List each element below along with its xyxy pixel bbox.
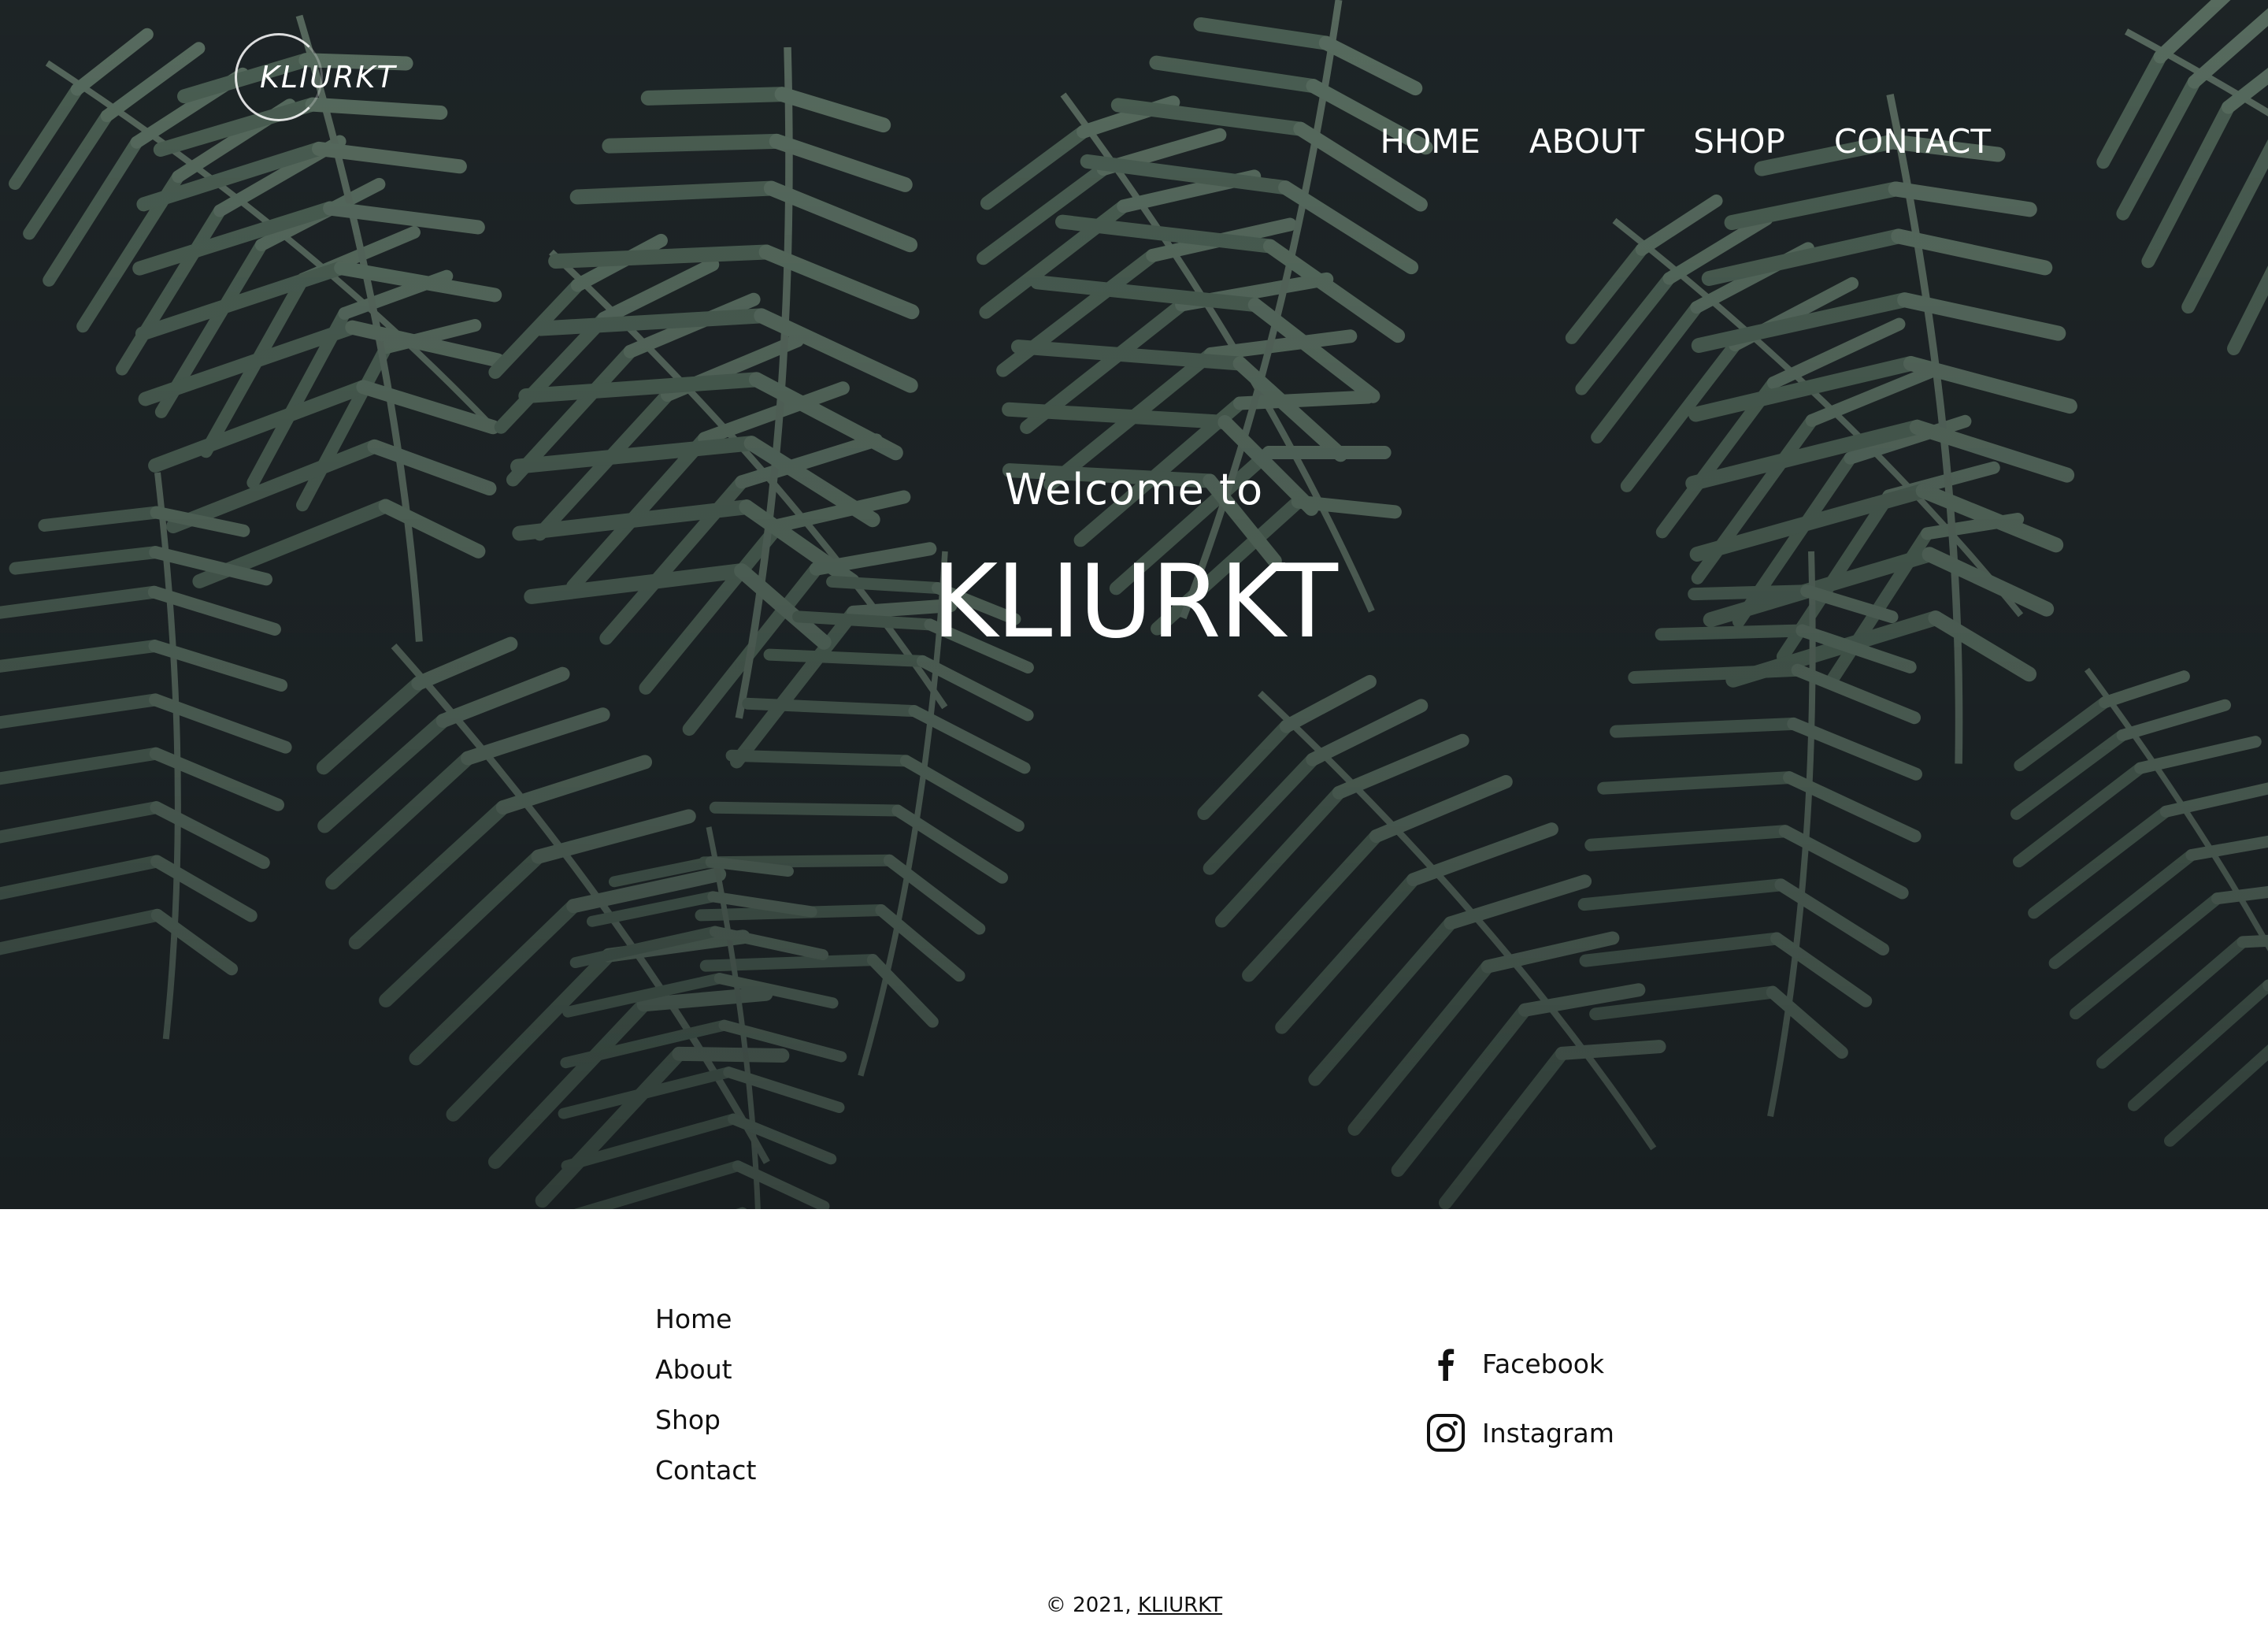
- footer-link-item: Contact: [655, 1445, 756, 1496]
- instagram-link[interactable]: Instagram: [1425, 1398, 1614, 1467]
- footer-links-list: Home About Shop Contact: [655, 1294, 756, 1496]
- nav-about-link[interactable]: ABOUT: [1529, 122, 1644, 161]
- copyright-brand-link[interactable]: KLIURKT: [1138, 1593, 1222, 1617]
- footer-home-link[interactable]: Home: [655, 1304, 732, 1334]
- social-links: Facebook Instagram: [1425, 1329, 1614, 1467]
- facebook-link[interactable]: Facebook: [1425, 1329, 1614, 1398]
- nav-contact-link[interactable]: CONTACT: [1834, 122, 1991, 161]
- hero-brand-title: KLIURKT: [932, 544, 1338, 661]
- site-logo[interactable]: KLIURKT: [232, 32, 395, 126]
- copyright: © 2021, KLIURKT: [0, 1593, 2268, 1617]
- facebook-icon: [1438, 1349, 1455, 1381]
- footer-link-item: Shop: [655, 1395, 756, 1445]
- nav-shop-link[interactable]: SHOP: [1693, 122, 1785, 161]
- facebook-label: Facebook: [1482, 1348, 1605, 1379]
- footer-link-item: Home: [655, 1294, 756, 1345]
- main-nav: HOME ABOUT SHOP CONTACT: [1380, 122, 1992, 161]
- site-footer: Home About Shop Contact Facebook Instagr…: [0, 1209, 2268, 1651]
- footer-contact-link[interactable]: Contact: [655, 1455, 756, 1486]
- copyright-text: © 2021,: [1045, 1593, 1132, 1617]
- logo-text: KLIURKT: [260, 60, 397, 95]
- instagram-label: Instagram: [1482, 1417, 1614, 1449]
- hero-welcome-text: Welcome to: [1004, 465, 1264, 514]
- nav-home-link[interactable]: HOME: [1380, 122, 1480, 161]
- footer-shop-link[interactable]: Shop: [655, 1404, 721, 1435]
- hero-section: KLIURKT HOME ABOUT SHOP CONTACT Welcome …: [0, 0, 2268, 1209]
- instagram-icon: [1427, 1414, 1465, 1452]
- footer-link-item: About: [655, 1345, 756, 1395]
- footer-about-link[interactable]: About: [655, 1354, 732, 1385]
